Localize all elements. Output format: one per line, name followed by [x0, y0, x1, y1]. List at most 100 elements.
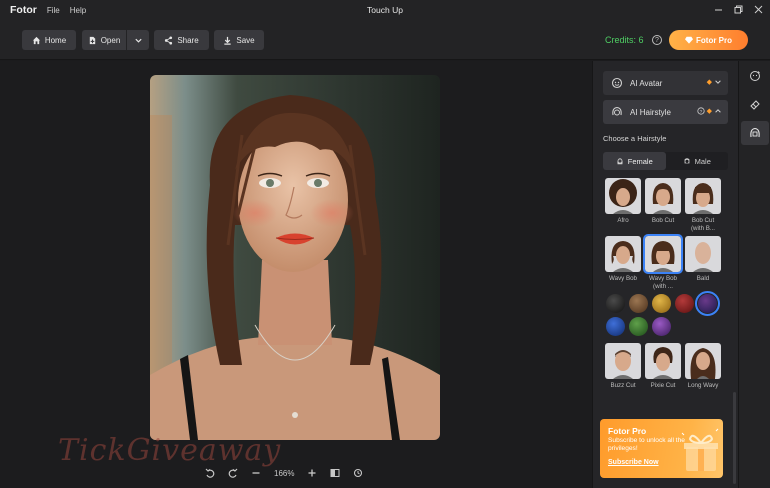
- hairstyle-label: Wavy Bob (with ...: [649, 275, 677, 290]
- credits-count: Credits: 6: [605, 35, 644, 45]
- avatar-face-icon: [611, 77, 623, 89]
- ai-hairstyle-section[interactable]: AI Hairstyle ? ◆: [603, 100, 728, 124]
- tab-female[interactable]: Female: [603, 152, 666, 170]
- window-controls: [713, 4, 764, 15]
- window-title: Touch Up: [367, 5, 403, 15]
- hairstyle-label: Long Wavy: [687, 382, 719, 389]
- help-icon[interactable]: ?: [697, 107, 705, 115]
- hairstyle-thumbnail: [685, 236, 721, 272]
- open-label: Open: [100, 35, 121, 45]
- menu-file[interactable]: File: [47, 6, 60, 15]
- pro-diamond-icon: ◆: [706, 108, 712, 115]
- hairstyle-label: Bob Cut (with B...: [690, 217, 716, 232]
- home-button[interactable]: Home: [22, 30, 76, 50]
- hair-color-green[interactable]: [629, 317, 648, 336]
- hairstyle-label: Afro: [617, 217, 629, 224]
- hairstyle-long-wavy[interactable]: Long Wavy: [685, 343, 721, 390]
- save-label: Save: [236, 35, 255, 45]
- title-bar: Fotor File Help Touch Up: [0, 0, 770, 20]
- redo-icon[interactable]: [228, 468, 238, 478]
- portrait-photo[interactable]: [150, 75, 440, 440]
- right-tool-rail: [738, 61, 770, 488]
- help-icon[interactable]: ?: [652, 35, 662, 45]
- promo-text: Subscribe to unlock all the privileges!: [608, 437, 685, 452]
- canvas-area: TickGiveaway 166%: [0, 61, 592, 488]
- hairstyle-thumbnail: [645, 178, 681, 214]
- tab-male[interactable]: Male: [666, 152, 729, 170]
- ai-avatar-badges: ◆: [707, 78, 722, 86]
- svg-text:?: ?: [699, 109, 702, 115]
- hairstyle-label: Bob Cut: [651, 217, 675, 224]
- reset-icon[interactable]: [353, 468, 363, 478]
- ai-avatar-label: AI Avatar: [630, 78, 663, 88]
- restore-icon[interactable]: [733, 4, 744, 15]
- close-icon[interactable]: [753, 4, 764, 15]
- face-retouch-tool-button[interactable]: [741, 64, 769, 88]
- hairstyle-wavy-bob-bangs[interactable]: Wavy Bob (with ...: [643, 234, 683, 291]
- app-window: Fotor File Help Touch Up Home Open Share…: [0, 0, 770, 488]
- face-retouch-icon: [750, 71, 760, 81]
- hairstyle-buzz-cut[interactable]: Buzz Cut: [605, 343, 641, 390]
- home-icon: [32, 36, 40, 44]
- hairstyle-thumbnail: [605, 178, 641, 214]
- share-label: Share: [177, 35, 199, 45]
- promo-title: Fotor Pro: [608, 426, 647, 436]
- hairstyle-label: Buzz Cut: [610, 382, 636, 389]
- hairstyle-afro[interactable]: Afro: [605, 178, 641, 225]
- open-dropdown-button[interactable]: [127, 30, 149, 50]
- hairstyle-thumbnail: [685, 343, 721, 379]
- zoom-level: 166%: [274, 468, 295, 478]
- zoom-in-icon[interactable]: [307, 468, 317, 478]
- hair-color-red[interactable]: [675, 294, 694, 313]
- hairstyle-label: Pixie Cut: [650, 382, 676, 389]
- ai-hair-icon: [750, 127, 760, 138]
- ai-tools-button[interactable]: [741, 121, 769, 145]
- canvas-controls: 166%: [205, 465, 363, 481]
- panel-scrollbar[interactable]: [733, 392, 736, 484]
- hair-color-purple[interactable]: [652, 317, 671, 336]
- menu-help[interactable]: Help: [70, 6, 86, 15]
- chevron-down-icon: [715, 80, 721, 84]
- home-label: Home: [44, 35, 67, 45]
- eraser-icon: [750, 100, 760, 110]
- app-logo: Fotor: [10, 4, 37, 16]
- undo-icon[interactable]: [205, 468, 215, 478]
- hairstyle-thumbnail: [685, 178, 721, 214]
- tab-male-label: Male: [694, 156, 711, 166]
- hairstyle-pixie-cut[interactable]: Pixie Cut: [645, 343, 681, 390]
- hairstyle-bob-cut-bangs[interactable]: Bob Cut (with B...: [685, 178, 721, 233]
- hairstyle-icon: [612, 106, 622, 116]
- open-button[interactable]: Open: [82, 30, 126, 50]
- file-plus-icon: [89, 36, 95, 44]
- ai-hairstyle-badges: ? ◆: [697, 107, 722, 115]
- pro-promo-card[interactable]: Fotor Pro Subscribe to unlock all the pr…: [600, 419, 723, 478]
- choose-hairstyle-heading: Choose a Hairstyle: [603, 134, 667, 143]
- share-button[interactable]: Share: [154, 30, 209, 50]
- hair-color-brown[interactable]: [629, 294, 648, 313]
- zoom-out-icon[interactable]: [251, 468, 261, 478]
- pro-diamond-icon: ◆: [706, 79, 712, 86]
- toolbar: Home Open Share Save Credits: 6 ? Fotor …: [0, 20, 770, 60]
- hairstyle-thumbnail: [643, 234, 683, 274]
- compare-icon[interactable]: [330, 468, 340, 478]
- hair-color-black[interactable]: [606, 294, 625, 313]
- hair-color-blonde[interactable]: [652, 294, 671, 313]
- subscribe-now-link[interactable]: Subscribe Now: [608, 459, 659, 466]
- minimize-icon[interactable]: [713, 4, 724, 15]
- hair-color-violet-blue[interactable]: [695, 291, 720, 316]
- hairstyle-thumbnail: [605, 236, 641, 272]
- hairstyle-wavy-bob[interactable]: Wavy Bob: [605, 236, 641, 283]
- hair-color-blue[interactable]: [606, 317, 625, 336]
- gender-tabs: Female Male: [603, 152, 728, 170]
- ai-hairstyle-label: AI Hairstyle: [630, 107, 671, 117]
- eraser-tool-button[interactable]: [741, 92, 769, 116]
- save-button[interactable]: Save: [214, 30, 264, 50]
- ai-avatar-section[interactable]: AI Avatar ◆: [603, 71, 728, 95]
- fotor-pro-label: Fotor Pro: [696, 35, 732, 45]
- hairstyle-bald[interactable]: Bald: [685, 236, 721, 283]
- fotor-pro-button[interactable]: Fotor Pro: [669, 30, 748, 50]
- hairstyle-label: Bald: [696, 275, 710, 282]
- hairstyle-bob-cut[interactable]: Bob Cut: [645, 178, 681, 225]
- chevron-up-icon: [715, 109, 721, 113]
- hairstyle-label: Wavy Bob: [609, 275, 637, 282]
